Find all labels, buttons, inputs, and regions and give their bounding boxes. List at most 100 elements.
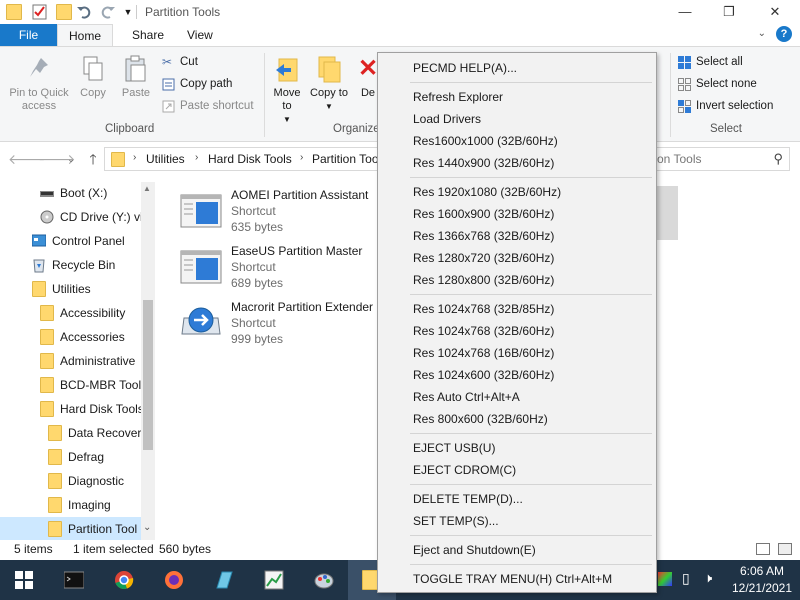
folder-icon: [48, 425, 62, 441]
taskbar-app-4[interactable]: [200, 560, 248, 600]
taskbar-app-6[interactable]: [300, 560, 348, 600]
search-box[interactable]: tion Tools ⚲: [640, 147, 790, 171]
volume-muted-icon[interactable]: 🕨: [704, 570, 712, 586]
file-item[interactable]: AOMEI Partition Assistant Shortcut 635 b…: [176, 186, 406, 238]
new-folder-icon[interactable]: [56, 4, 72, 20]
tab-share[interactable]: Share: [118, 24, 178, 46]
menu-separator: [410, 82, 652, 83]
copy-label: Copy: [80, 87, 106, 99]
menu-item-toggle-tray-menu[interactable]: TOGGLE TRAY MENU(H) Ctrl+Alt+M: [381, 568, 653, 590]
menu-item-set-temp[interactable]: SET TEMP(S)...: [381, 510, 653, 532]
undo-icon[interactable]: [76, 4, 92, 20]
address-bar[interactable]: › Utilities › Hard Disk Tools › Partitio…: [104, 147, 384, 171]
menu-item-refresh-explorer[interactable]: Refresh Explorer: [381, 86, 653, 108]
redo-icon[interactable]: [100, 4, 116, 20]
delete-button[interactable]: ✕ De: [358, 55, 378, 100]
tab-view[interactable]: View: [173, 24, 227, 46]
recent-locations-button[interactable]: ⌄: [62, 150, 80, 168]
copy-button[interactable]: Copy: [76, 55, 110, 100]
select-none-button[interactable]: Select none: [676, 75, 757, 93]
details-view-icon[interactable]: [756, 543, 770, 555]
back-button[interactable]: 🡐: [8, 150, 46, 168]
ribbon-expand-icon[interactable]: ⌄: [758, 28, 766, 39]
menu-item-pecmd-help[interactable]: PECMD HELP(A)...: [381, 57, 653, 79]
clock-date: 12/21/2021: [731, 581, 793, 595]
menu-item-res-1024x768-85hz[interactable]: Res 1024x768 (32B/85Hz): [381, 298, 653, 320]
menu-item-load-drivers[interactable]: Load Drivers: [381, 108, 653, 130]
pin-to-quick-access-button[interactable]: Pin to Quick access: [4, 55, 74, 113]
taskbar-cmd[interactable]: [50, 560, 98, 600]
breadcrumb-separator: ›: [133, 152, 137, 163]
tab-home[interactable]: Home: [57, 24, 113, 46]
menu-item-eject-cdrom[interactable]: EJECT CDROM(C): [381, 459, 653, 481]
copy-path-button[interactable]: Copy path: [160, 75, 232, 93]
paste-shortcut-button[interactable]: Paste shortcut: [160, 97, 254, 115]
menu-item-res-1600x1000[interactable]: Res1600x1000 (32B/60Hz): [381, 130, 653, 152]
close-button[interactable]: ✕: [760, 2, 790, 22]
menu-item-res-1440x900[interactable]: Res 1440x900 (32B/60Hz): [381, 152, 653, 174]
tray-color-icon[interactable]: [658, 572, 672, 586]
menu-item-delete-temp[interactable]: DELETE TEMP(D)...: [381, 488, 653, 510]
folder-icon: [48, 449, 62, 465]
menu-item-eject-and-shutdown[interactable]: Eject and Shutdown(E): [381, 539, 653, 561]
chevron-down-icon[interactable]: ▼: [120, 4, 136, 20]
menu-separator: [410, 294, 652, 295]
scroll-up-icon[interactable]: ▲: [143, 184, 151, 193]
cut-button[interactable]: ✂ Cut: [160, 53, 198, 71]
file-item[interactable]: Macrorit Partition Extender Shortcut 999…: [176, 298, 406, 350]
clock[interactable]: 6:06 AM 12/21/2021: [728, 563, 796, 597]
group-separator: [670, 53, 671, 137]
move-to-button[interactable]: Move to ▼: [268, 55, 306, 126]
menu-item-res-1280x800[interactable]: Res 1280x800 (32B/60Hz): [381, 269, 653, 291]
maximize-button[interactable]: ❐: [714, 2, 744, 22]
menu-item-res-1024x768-16b[interactable]: Res 1024x768 (16B/60Hz): [381, 342, 653, 364]
taskbar-chrome[interactable]: [100, 560, 148, 600]
menu-item-eject-usb[interactable]: EJECT USB(U): [381, 437, 653, 459]
menu-item-res-800x600[interactable]: Res 800x600 (32B/60Hz): [381, 408, 653, 430]
breadcrumb-hard-disk-tools[interactable]: Hard Disk Tools: [208, 152, 292, 166]
menu-item-res-1280x720[interactable]: Res 1280x720 (32B/60Hz): [381, 247, 653, 269]
breadcrumb-utilities[interactable]: Utilities: [146, 152, 185, 166]
breadcrumb-partition-tools[interactable]: Partition Too: [312, 152, 379, 166]
menu-separator: [410, 535, 652, 536]
glass-app-icon: [214, 570, 234, 590]
help-button[interactable]: ?: [776, 26, 792, 42]
menu-item-res-1600x900[interactable]: Res 1600x900 (32B/60Hz): [381, 203, 653, 225]
taskbar-firefox[interactable]: [150, 560, 198, 600]
menu-item-res-1024x600[interactable]: Res 1024x600 (32B/60Hz): [381, 364, 653, 386]
forward-button[interactable]: 🡒: [38, 150, 76, 168]
nav-scrollbar[interactable]: ▲ ⌄: [141, 182, 155, 540]
file-item[interactable]: EaseUS Partition Master Shortcut 689 byt…: [176, 242, 406, 294]
up-button[interactable]: 🡑: [84, 150, 102, 168]
title-bar: ▼ Partition Tools — ❐ ✕: [0, 0, 800, 24]
delete-icon: ✕: [358, 55, 378, 82]
menu-item-res-auto[interactable]: Res Auto Ctrl+Alt+A: [381, 386, 653, 408]
pin-icon: [27, 55, 51, 83]
menu-item-res-1366x768[interactable]: Res 1366x768 (32B/60Hz): [381, 225, 653, 247]
minimize-button[interactable]: —: [670, 2, 700, 22]
invert-selection-button[interactable]: Invert selection: [676, 97, 773, 115]
copy-to-icon: [317, 55, 341, 83]
large-icons-view-icon[interactable]: [778, 543, 792, 555]
chrome-icon: [114, 570, 134, 590]
folder-icon: [6, 4, 22, 20]
copy-to-button[interactable]: Copy to ▼: [310, 55, 348, 113]
file-type: Shortcut: [231, 204, 276, 218]
chevron-down-icon[interactable]: ⌄: [143, 522, 151, 533]
taskbar-app-5[interactable]: [250, 560, 298, 600]
nav-item-partition-tools[interactable]: Partition Tool: [0, 517, 141, 540]
menu-item-res-1920x1080[interactable]: Res 1920x1080 (32B/60Hz): [381, 181, 653, 203]
tray-context-menu: PECMD HELP(A)... Refresh Explorer Load D…: [377, 52, 657, 593]
start-button[interactable]: [0, 560, 48, 600]
nav-scrollbar-thumb[interactable]: [143, 300, 153, 450]
usb-icon[interactable]: ▯: [682, 570, 690, 587]
menu-item-res-1024x768-32b[interactable]: Res 1024x768 (32B/60Hz): [381, 320, 653, 342]
navigation-pane: Boot (X:) CD Drive (Y:) vi Control Panel…: [0, 176, 156, 540]
properties-icon[interactable]: [32, 4, 48, 20]
paste-button[interactable]: Paste: [118, 55, 154, 100]
search-input[interactable]: tion Tools: [651, 152, 701, 166]
select-none-icon: [678, 78, 691, 91]
select-all-button[interactable]: Select all: [676, 53, 743, 71]
cd-drive-icon: [40, 209, 54, 225]
tab-file[interactable]: File: [0, 24, 57, 46]
